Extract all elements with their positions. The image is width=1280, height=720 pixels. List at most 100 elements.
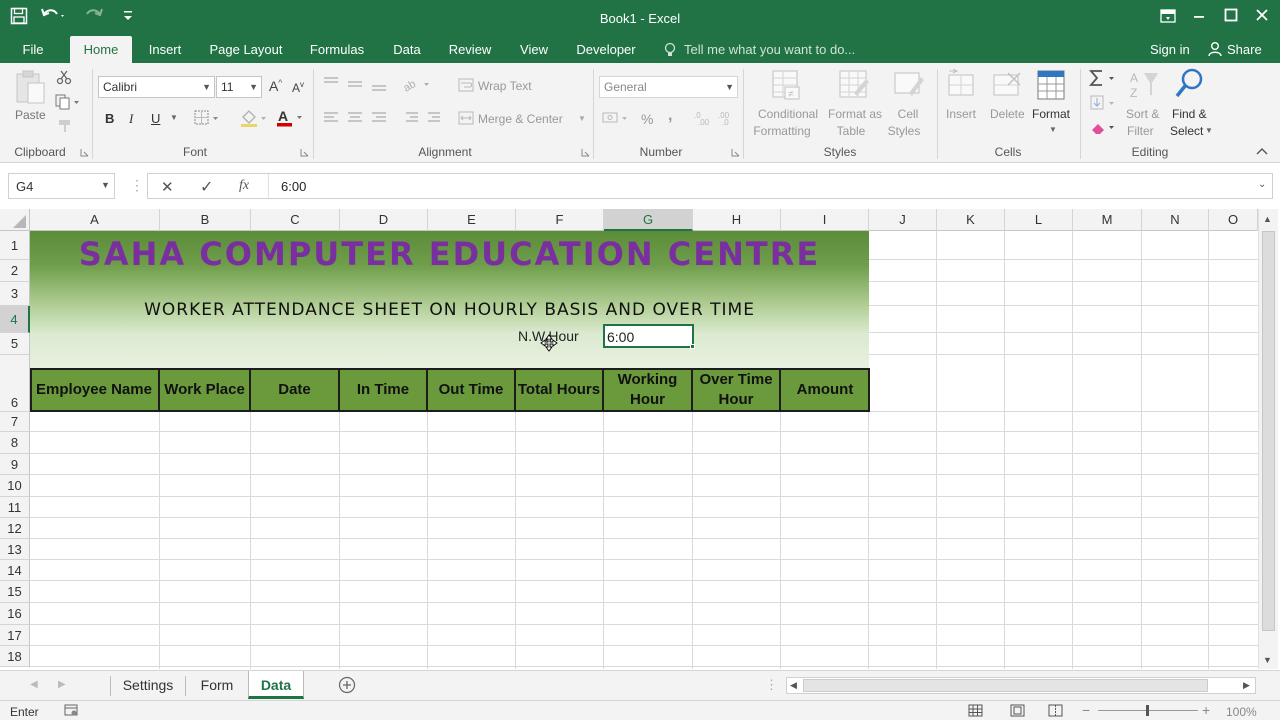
share-icon[interactable] <box>1207 41 1223 57</box>
row-header-7[interactable]: 7 <box>0 412 30 432</box>
zoom-slider[interactable] <box>1098 705 1198 716</box>
decimal-icon[interactable]: .0.00.00.0 <box>694 110 740 126</box>
fill-icon[interactable] <box>1089 94 1119 112</box>
row-header-9[interactable]: 9 <box>0 454 30 475</box>
row-header-8[interactable]: 8 <box>0 432 30 454</box>
column-header-b[interactable]: B <box>160 209 251 231</box>
chevron-down-icon[interactable]: ▼ <box>1049 125 1057 134</box>
h-scroll-thumb[interactable] <box>803 679 1208 692</box>
scroll-down-icon[interactable]: ▼ <box>1263 655 1272 665</box>
column-header-n[interactable]: N <box>1142 209 1209 231</box>
row-header-11[interactable]: 11 <box>0 497 30 518</box>
column-header-f[interactable]: F <box>516 209 604 231</box>
worksheet-grid[interactable]: ABCDEFGHIJKLMNO 1 2 3 4 5 6 7 8 9 10 11 12 13 14 15 16 1… <box>0 209 1280 669</box>
bold-button[interactable]: B <box>105 111 114 126</box>
table-header-cell[interactable]: Out Time <box>428 368 516 411</box>
merge-center-button[interactable]: Merge & Center <box>478 112 563 126</box>
clear-icon[interactable] <box>1089 118 1119 136</box>
sign-in-link[interactable]: Sign in <box>1150 42 1190 57</box>
active-cell-g4[interactable]: 6:00 <box>603 324 695 349</box>
fill-color-icon[interactable] <box>240 109 268 127</box>
column-header-j[interactable]: J <box>869 209 937 231</box>
sort-filter-icon[interactable]: AZ <box>1128 69 1160 101</box>
table-header-cell[interactable]: Work Place <box>160 368 251 411</box>
row-header-17[interactable]: 17 <box>0 625 30 646</box>
column-header-l[interactable]: L <box>1005 209 1073 231</box>
scroll-left-tab-icon[interactable]: ◀ <box>30 679 38 690</box>
column-header-c[interactable]: C <box>251 209 340 231</box>
cut-icon[interactable] <box>56 69 72 85</box>
chevron-down-icon[interactable]: ▼ <box>578 114 586 123</box>
ribbon-display-icon[interactable] <box>1160 9 1176 23</box>
orientation-icon[interactable]: ab <box>402 75 432 93</box>
table-header-cell[interactable]: Amount <box>781 368 869 411</box>
sort-filter-label1[interactable]: Sort & <box>1126 107 1159 121</box>
column-header-a[interactable]: A <box>30 209 160 231</box>
font-color-icon[interactable]: A <box>276 108 306 127</box>
autosum-icon[interactable] <box>1089 69 1119 87</box>
sheet-tab-form[interactable]: Form <box>188 671 246 699</box>
dialog-launcher-icon[interactable] <box>581 148 590 157</box>
insert-cells-icon[interactable] <box>947 69 979 101</box>
conditional-formatting-label2[interactable]: Formatting <box>751 124 813 138</box>
scroll-thumb[interactable] <box>1262 231 1275 631</box>
format-cells-icon[interactable] <box>1036 69 1068 101</box>
cancel-icon[interactable]: ✕ <box>161 178 174 196</box>
table-header-cell[interactable]: Date <box>251 368 340 411</box>
tab-developer[interactable]: Developer <box>570 36 642 63</box>
column-header-e[interactable]: E <box>428 209 516 231</box>
row-header-13[interactable]: 13 <box>0 539 30 560</box>
column-header-o[interactable]: O <box>1209 209 1258 231</box>
format-as-table-label2[interactable]: Table <box>826 124 876 138</box>
dialog-launcher-icon[interactable] <box>300 148 309 157</box>
collapse-ribbon-icon[interactable] <box>1256 146 1268 156</box>
column-header-h[interactable]: H <box>693 209 781 231</box>
tab-formulas[interactable]: Formulas <box>302 36 372 63</box>
customize-qat-icon[interactable] <box>122 8 134 22</box>
column-header-m[interactable]: M <box>1073 209 1142 231</box>
format-as-table-label1[interactable]: Format as <box>826 107 884 121</box>
close-icon[interactable] <box>1255 8 1269 22</box>
horizontal-scrollbar[interactable]: ◀ ▶ <box>786 677 1256 694</box>
tab-home[interactable]: Home <box>70 36 132 63</box>
row-header-16[interactable]: 16 <box>0 603 30 625</box>
insert-function-icon[interactable]: fx <box>239 178 249 194</box>
cell-styles-icon[interactable] <box>893 69 925 101</box>
table-header-cell[interactable]: Employee Name <box>30 368 160 411</box>
align-top-icon[interactable] <box>322 76 392 92</box>
vertical-scrollbar[interactable]: ▲ ▼ <box>1258 209 1278 669</box>
format-cells-button[interactable]: Format <box>1032 107 1070 121</box>
tab-page-layout[interactable]: Page Layout <box>204 36 288 63</box>
row-header-2[interactable]: 2 <box>0 260 30 282</box>
insert-cells-button[interactable]: Insert <box>946 107 976 121</box>
zoom-level[interactable]: 100% <box>1226 705 1257 719</box>
paste-icon[interactable] <box>14 69 46 105</box>
row-header-12[interactable]: 12 <box>0 518 30 539</box>
row-header-10[interactable]: 10 <box>0 475 30 497</box>
chevron-down-icon[interactable]: ▼ <box>1205 126 1213 135</box>
normal-view-icon[interactable] <box>968 704 983 717</box>
macro-record-icon[interactable] <box>64 704 78 717</box>
table-header-cell[interactable]: Over Time Hour <box>693 368 781 411</box>
zoom-out-icon[interactable]: − <box>1082 702 1090 718</box>
delete-cells-button[interactable]: Delete <box>990 107 1025 121</box>
column-header-i[interactable]: I <box>781 209 869 231</box>
new-sheet-icon[interactable] <box>338 676 356 694</box>
expand-formula-icon[interactable]: ⌄ <box>1258 179 1266 190</box>
merge-center-icon[interactable] <box>458 111 474 125</box>
dialog-launcher-icon[interactable] <box>731 148 740 157</box>
font-name-select[interactable]: Calibri ▼ <box>98 76 215 98</box>
row-header-5[interactable]: 5 <box>0 333 30 355</box>
sheet-tab-data[interactable]: Data <box>248 671 304 699</box>
conditional-formatting-label1[interactable]: Conditional <box>754 107 822 121</box>
scroll-right-icon[interactable]: ▶ <box>1243 680 1250 691</box>
scroll-up-icon[interactable]: ▲ <box>1263 214 1272 224</box>
font-size-select[interactable]: 11 ▼ <box>216 76 262 98</box>
borders-icon[interactable] <box>194 110 220 126</box>
number-format-select[interactable]: General ▼ <box>599 76 738 98</box>
find-select-label1[interactable]: Find & <box>1172 107 1207 121</box>
align-left-icon[interactable] <box>322 110 392 126</box>
grow-font-button[interactable]: A^ <box>269 78 282 94</box>
delete-cells-icon[interactable] <box>992 69 1024 101</box>
column-header-g[interactable]: G <box>604 209 693 231</box>
